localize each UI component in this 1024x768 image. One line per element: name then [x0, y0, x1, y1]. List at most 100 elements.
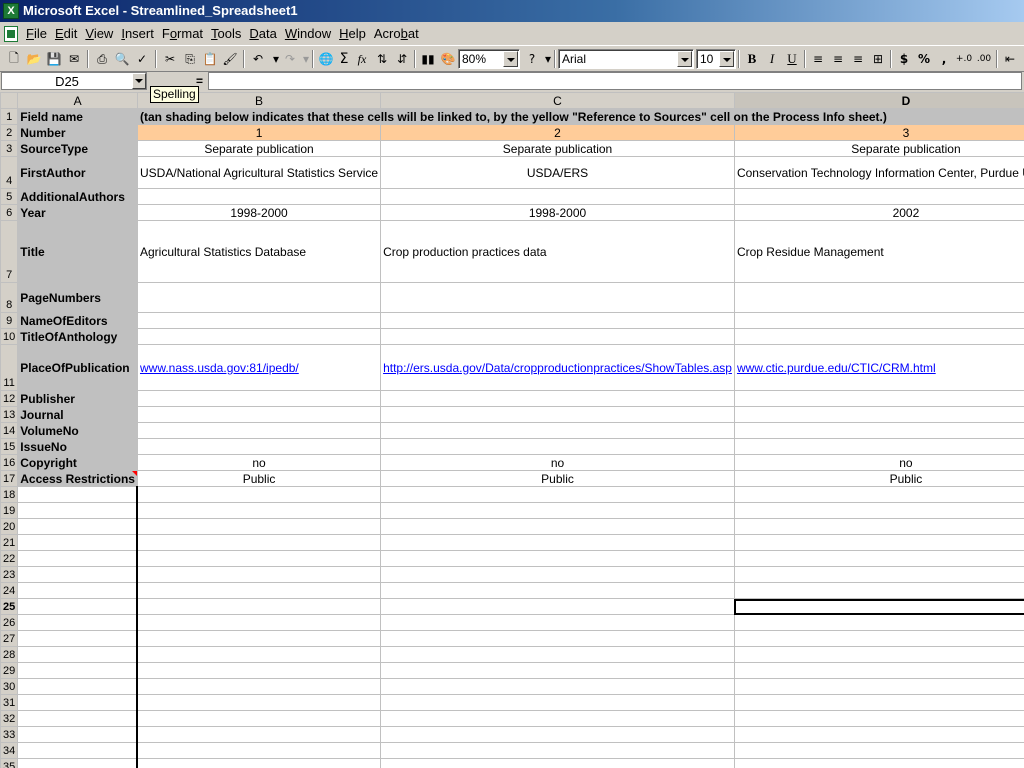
- row-header-15[interactable]: 15: [0, 438, 19, 455]
- bold-button[interactable]: B: [742, 49, 762, 69]
- chevron-down-icon[interactable]: [503, 51, 518, 67]
- cell-d23[interactable]: [733, 566, 1024, 583]
- cell-c16[interactable]: no: [380, 454, 735, 471]
- row-header-5[interactable]: 5: [0, 188, 19, 205]
- comma-button[interactable]: ,: [934, 49, 954, 69]
- decrease-indent-icon[interactable]: ⇤: [1000, 49, 1020, 69]
- cell-a31[interactable]: [17, 694, 139, 711]
- cell-c34[interactable]: [380, 742, 735, 759]
- cell-b16[interactable]: no: [136, 454, 382, 471]
- menu-acrobat[interactable]: Acrobat: [372, 26, 423, 41]
- row-header-13[interactable]: 13: [0, 406, 19, 423]
- cell-b27[interactable]: [136, 630, 382, 647]
- row-header-23[interactable]: 23: [0, 566, 19, 583]
- row-header-11[interactable]: 11: [0, 344, 19, 391]
- chevron-down-icon[interactable]: [132, 73, 146, 89]
- excel-app-icon[interactable]: X: [3, 3, 19, 19]
- cell-c7[interactable]: Crop production practices data: [380, 220, 735, 283]
- cell-d30[interactable]: [733, 678, 1024, 695]
- cell-c9[interactable]: [380, 312, 735, 329]
- cell-b10[interactable]: [136, 328, 382, 345]
- cell-b2[interactable]: 1: [136, 124, 382, 141]
- name-box[interactable]: D25: [1, 72, 147, 90]
- row-header-28[interactable]: 28: [0, 646, 19, 663]
- cell-d5[interactable]: [733, 188, 1024, 205]
- cell-a21[interactable]: [17, 534, 139, 551]
- cell-d2[interactable]: 3: [733, 124, 1024, 141]
- cell-d32[interactable]: [733, 710, 1024, 727]
- cell-a33[interactable]: [17, 726, 139, 743]
- cell-d11[interactable]: www.ctic.purdue.edu/CTIC/CRM.html: [733, 344, 1024, 391]
- cell-a19[interactable]: [17, 502, 139, 519]
- chevron-down-icon[interactable]: [719, 51, 734, 67]
- cell-c25[interactable]: [380, 598, 735, 615]
- cell-d9[interactable]: [733, 312, 1024, 329]
- cell-c30[interactable]: [380, 678, 735, 695]
- row-header-7[interactable]: 7: [0, 220, 19, 283]
- cell-b30[interactable]: [136, 678, 382, 695]
- cell-a34[interactable]: [17, 742, 139, 759]
- cell-c8[interactable]: [380, 282, 735, 313]
- cell-d31[interactable]: [733, 694, 1024, 711]
- row-header-27[interactable]: 27: [0, 630, 19, 647]
- row-header-17[interactable]: 17: [0, 470, 19, 487]
- cell-a22[interactable]: [17, 550, 139, 567]
- cell-c13[interactable]: [380, 406, 735, 423]
- cell-b13[interactable]: [136, 406, 382, 423]
- cell-c6[interactable]: 1998-2000: [380, 204, 735, 221]
- field-name-cell[interactable]: PlaceOfPublication: [17, 344, 138, 391]
- menu-view[interactable]: View: [83, 26, 117, 41]
- cell-b33[interactable]: [136, 726, 382, 743]
- row-header-3[interactable]: 3: [0, 140, 19, 157]
- cell-b34[interactable]: [136, 742, 382, 759]
- field-name-cell[interactable]: Journal: [17, 406, 138, 423]
- row-header-22[interactable]: 22: [0, 550, 19, 567]
- cell-c2[interactable]: 2: [380, 124, 735, 141]
- format-painter-icon[interactable]: 🖌: [220, 49, 240, 69]
- menu-data[interactable]: Data: [247, 26, 280, 41]
- cell-d10[interactable]: [733, 328, 1024, 345]
- cell-c17[interactable]: Public: [380, 470, 735, 487]
- row-header-33[interactable]: 33: [0, 726, 19, 743]
- cell-a28[interactable]: [17, 646, 139, 663]
- menu-format[interactable]: Format: [160, 26, 207, 41]
- cell-b29[interactable]: [136, 662, 382, 679]
- source-link[interactable]: www.nass.usda.gov:81/ipedb/: [140, 361, 299, 375]
- cell-d13[interactable]: [733, 406, 1024, 423]
- column-header-a[interactable]: A: [17, 92, 138, 109]
- row-header-14[interactable]: 14: [0, 422, 19, 439]
- cell-b19[interactable]: [136, 502, 382, 519]
- row-header-24[interactable]: 24: [0, 582, 19, 599]
- cell-b21[interactable]: [136, 534, 382, 551]
- cell-d3[interactable]: Separate publication: [733, 140, 1024, 157]
- cell-d4[interactable]: Conservation Technology Information Cent…: [733, 156, 1024, 189]
- row-header-35[interactable]: 35: [0, 758, 19, 768]
- cell-b11[interactable]: www.nass.usda.gov:81/ipedb/: [136, 344, 382, 391]
- cell-d20[interactable]: [733, 518, 1024, 535]
- print-preview-icon[interactable]: 🔍: [112, 49, 132, 69]
- cell-d22[interactable]: [733, 550, 1024, 567]
- merge-center-icon[interactable]: ⊞: [868, 49, 888, 69]
- worksheet-grid[interactable]: ABCDE 1Field name(tan shading below indi…: [0, 92, 1024, 768]
- cell-c21[interactable]: [380, 534, 735, 551]
- row-header-8[interactable]: 8: [0, 282, 19, 313]
- cell-c22[interactable]: [380, 550, 735, 567]
- select-all-corner[interactable]: [0, 92, 19, 109]
- cell-d28[interactable]: [733, 646, 1024, 663]
- field-name-cell[interactable]: Number: [17, 124, 138, 141]
- cell-d15[interactable]: [733, 438, 1024, 455]
- cell-c28[interactable]: [380, 646, 735, 663]
- cell-c35[interactable]: [380, 758, 735, 768]
- cell-d29[interactable]: [733, 662, 1024, 679]
- open-icon[interactable]: 📂: [24, 49, 44, 69]
- copy-icon[interactable]: ⎘: [180, 49, 200, 69]
- cell-c10[interactable]: [380, 328, 735, 345]
- cell-d18[interactable]: [733, 486, 1024, 503]
- row-header-20[interactable]: 20: [0, 518, 19, 535]
- active-cell[interactable]: [733, 598, 1024, 615]
- field-name-cell[interactable]: Access Restrictions: [17, 470, 138, 487]
- cell-b24[interactable]: [136, 582, 382, 599]
- cell-a32[interactable]: [17, 710, 139, 727]
- cell-b6[interactable]: 1998-2000: [136, 204, 382, 221]
- row-header-12[interactable]: 12: [0, 390, 19, 407]
